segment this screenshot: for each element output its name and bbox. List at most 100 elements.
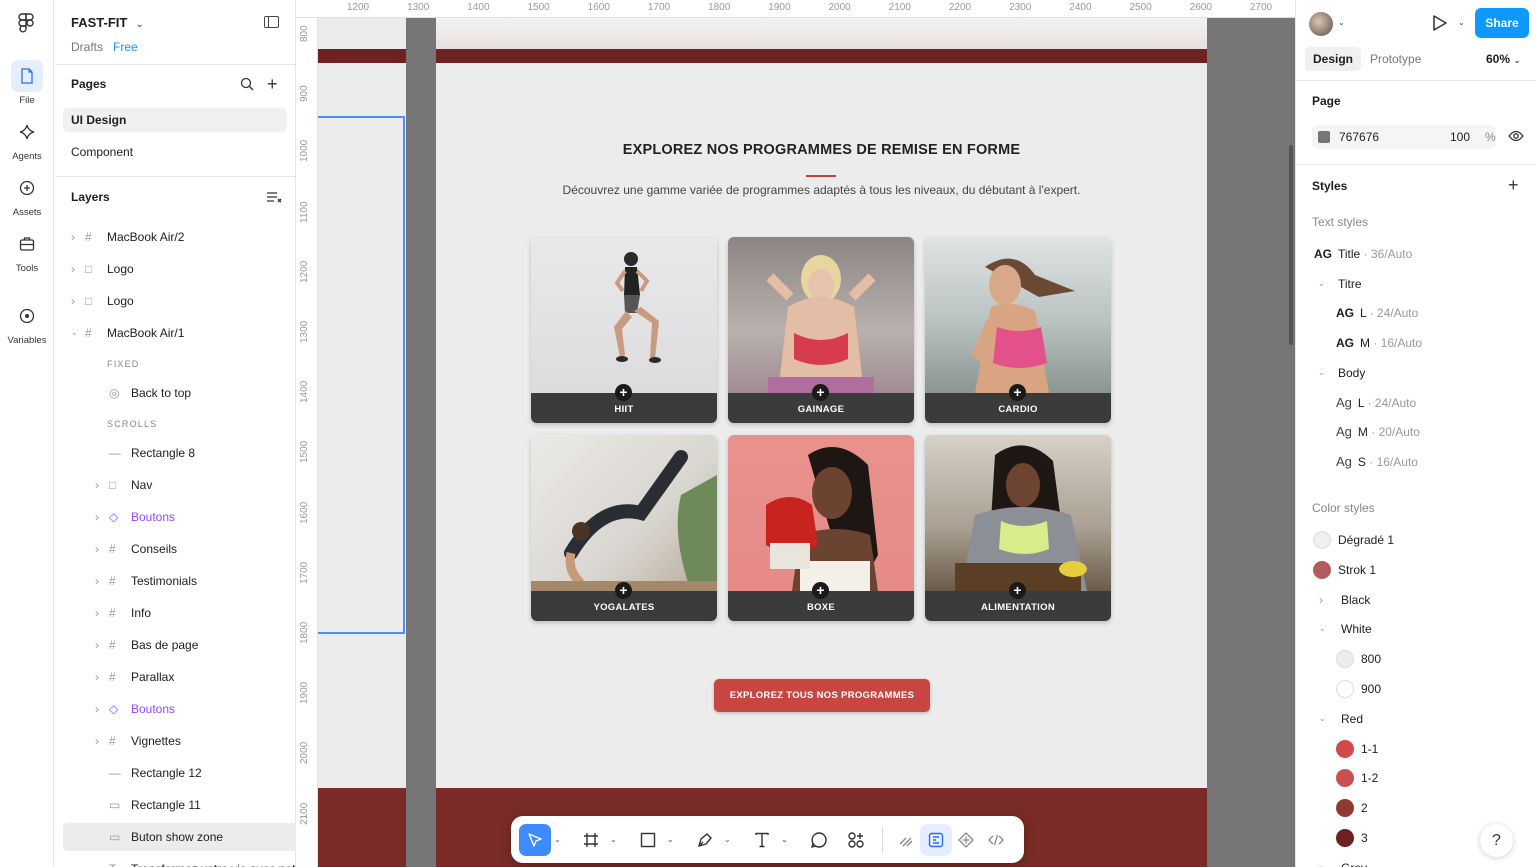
layer-item[interactable]: › # MacBook Air/2 — [55, 223, 296, 251]
chevron-down-icon[interactable]: ⌄ — [554, 835, 561, 844]
frame-macbook-air-2[interactable] — [318, 18, 406, 867]
layer-item[interactable]: › # Vignettes — [55, 727, 296, 755]
add-icon[interactable]: + — [615, 384, 632, 401]
layer-item[interactable]: ▭ Rectangle 11 — [55, 791, 296, 819]
layer-item[interactable]: › □ Nav — [55, 471, 296, 499]
chevron-down-icon[interactable]: ⌄ — [1318, 363, 1325, 383]
chevron-right-icon[interactable]: › — [95, 535, 99, 563]
layer-item[interactable]: ▭ Buton show zone — [63, 823, 296, 851]
figma-logo-icon[interactable] — [17, 13, 35, 33]
rectangle-icon[interactable] — [632, 824, 664, 856]
comment-icon[interactable] — [803, 824, 835, 856]
tab-design[interactable]: Design — [1305, 47, 1362, 71]
chevron-right-icon[interactable]: › — [71, 287, 75, 315]
text-style-item[interactable]: AG L · 24/Auto — [1336, 303, 1418, 323]
text-style-item[interactable]: AG Title · 36/Auto — [1314, 244, 1412, 264]
layer-item[interactable]: › # Conseils — [55, 535, 296, 563]
text-icon[interactable] — [746, 824, 778, 856]
page-color-field[interactable]: 767676 100 % — [1312, 125, 1496, 149]
program-card-gainage[interactable]: + GAINAGE — [728, 237, 914, 423]
chevron-right-icon[interactable]: › — [95, 663, 99, 691]
layer-item[interactable]: › # Parallax — [55, 663, 296, 691]
draw-icon[interactable] — [890, 824, 922, 856]
layer-item[interactable]: — Rectangle 8 — [55, 439, 296, 467]
chevron-right-icon[interactable]: › — [95, 631, 99, 659]
program-card-yogalates[interactable]: + YOGALATES — [531, 435, 717, 621]
component-icon[interactable] — [950, 824, 982, 856]
text-style-item[interactable]: AG M · 16/Auto — [1336, 333, 1422, 353]
add-icon[interactable]: + — [1009, 384, 1026, 401]
canvas[interactable]: 1200 1300 1400 1500 1600 1700 1800 1900 2000 2100… — [296, 0, 1295, 867]
layer-item[interactable]: › ◇ Boutons — [55, 695, 296, 723]
canvas-scrollbar[interactable] — [1289, 145, 1293, 345]
layer-item[interactable]: › # Bas de page — [55, 631, 296, 659]
program-card-boxe[interactable]: + BOXE — [728, 435, 914, 621]
plan-badge[interactable]: Free — [113, 40, 138, 54]
layers-options-icon[interactable] — [266, 190, 282, 204]
rail-tools[interactable]: Tools — [0, 228, 54, 274]
rail-agents[interactable]: Agents — [0, 116, 54, 162]
chevron-down-icon[interactable]: ⌄ — [667, 835, 674, 844]
add-icon[interactable]: + — [1009, 582, 1026, 599]
text-style-item[interactable]: Ag M · 20/Auto — [1336, 422, 1420, 442]
rail-variables[interactable]: Variables — [0, 300, 54, 346]
chevron-right-icon[interactable]: › — [71, 223, 75, 251]
program-card-alimentation[interactable]: + ALIMENTATION — [925, 435, 1111, 621]
text-style-item[interactable]: Ag S · 16/Auto — [1336, 452, 1418, 472]
rail-assets[interactable]: Assets — [0, 172, 54, 218]
add-icon[interactable]: + — [615, 582, 632, 599]
add-style-icon[interactable]: + — [1508, 175, 1519, 196]
page-color-hex[interactable]: 767676 — [1339, 130, 1379, 144]
layer-item[interactable]: — Rectangle 12 — [55, 759, 296, 787]
zoom-menu[interactable]: 60% ⌄ — [1486, 52, 1521, 66]
file-location-drafts[interactable]: Drafts — [71, 40, 103, 54]
chevron-down-icon[interactable]: ⌄ — [1319, 619, 1326, 639]
sidebar-toggle-icon[interactable] — [264, 16, 279, 28]
chevron-right-icon[interactable]: › — [1319, 858, 1323, 867]
color-swatch[interactable] — [1318, 131, 1330, 143]
frame-icon[interactable] — [575, 824, 607, 856]
chevron-down-icon[interactable]: ⌄ — [71, 319, 78, 347]
chevron-down-icon[interactable]: ⌄ — [724, 835, 731, 844]
chevron-down-icon[interactable]: ⌄ — [610, 835, 617, 844]
layer-item[interactable]: › # Testimonials — [55, 567, 296, 595]
share-button[interactable]: Share — [1475, 8, 1529, 38]
chevron-down-icon[interactable]: ⌄ — [781, 835, 788, 844]
chevron-down-icon[interactable]: ⌄ — [1319, 709, 1326, 729]
layer-item[interactable]: › □ Logo — [55, 287, 296, 315]
file-menu[interactable]: FAST-FIT ⌄ — [71, 15, 144, 30]
chevron-right-icon[interactable]: › — [95, 599, 99, 627]
layer-item[interactable]: T Transformez votre vie avec notr — [55, 855, 299, 867]
chevron-right-icon[interactable]: › — [95, 567, 99, 595]
present-icon[interactable] — [1430, 14, 1448, 32]
layer-item[interactable]: ⌄ # MacBook Air/1 — [55, 319, 296, 347]
actions-icon[interactable] — [840, 824, 872, 856]
chevron-right-icon[interactable]: › — [71, 255, 75, 283]
eye-icon[interactable] — [1508, 130, 1524, 142]
text-style-group[interactable]: ⌄ Titre — [1318, 274, 1362, 294]
chevron-down-icon[interactable]: ⌄ — [1458, 18, 1465, 27]
page-item-component[interactable]: Component — [63, 140, 287, 164]
layer-item[interactable]: › ◇ Boutons — [55, 503, 296, 531]
chevron-right-icon[interactable]: › — [1319, 590, 1323, 610]
chevron-down-icon[interactable]: ⌄ — [1318, 274, 1325, 294]
program-card-cardio[interactable]: + CARDIO — [925, 237, 1111, 423]
chevron-right-icon[interactable]: › — [95, 695, 99, 723]
layer-item[interactable]: › # Info — [55, 599, 296, 627]
add-page-icon[interactable]: + — [267, 74, 278, 95]
chevron-right-icon[interactable]: › — [95, 503, 99, 531]
frame-macbook-air-1[interactable]: EXPLOREZ NOS PROGRAMMES DE REMISE EN FOR… — [436, 18, 1207, 867]
page-item-ui-design[interactable]: UI Design — [63, 108, 287, 132]
chevron-right-icon[interactable]: › — [95, 727, 99, 755]
explore-all-button[interactable]: EXPLOREZ TOUS NOS PROGRAMMES — [714, 679, 930, 712]
page-opacity[interactable]: 100 — [1450, 130, 1470, 144]
dev-mode-icon[interactable] — [980, 824, 1012, 856]
tab-prototype[interactable]: Prototype — [1362, 47, 1429, 71]
chevron-down-icon[interactable]: ⌄ — [1338, 18, 1345, 27]
search-icon[interactable] — [240, 77, 254, 91]
program-card-hiit[interactable]: + HIIT — [531, 237, 717, 423]
text-style-group[interactable]: ⌄ Body — [1318, 363, 1365, 383]
layer-item[interactable]: ◎ Back to top — [55, 379, 296, 407]
design-mode-icon[interactable] — [920, 824, 952, 856]
pen-icon[interactable] — [689, 824, 721, 856]
